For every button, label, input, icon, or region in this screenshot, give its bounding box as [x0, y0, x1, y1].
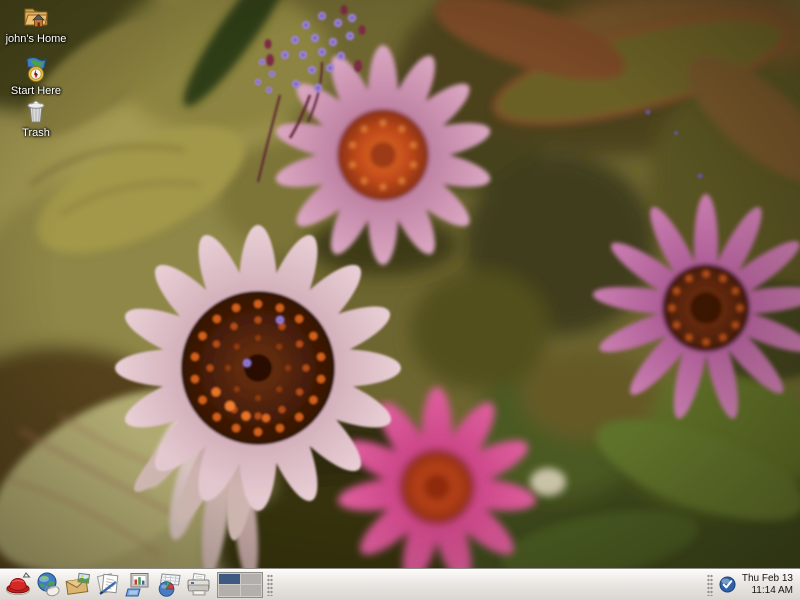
desktop-icon-label: Trash	[22, 127, 50, 139]
wallpaper-coneflowers-photo	[0, 0, 800, 600]
panel-drag-handle-right[interactable]	[707, 574, 713, 596]
word-processor-launcher[interactable]	[94, 570, 123, 599]
clock-time: 11:14 AM	[751, 585, 793, 597]
desktop-icon-johns-home[interactable]: john's Home	[1, 3, 71, 45]
workspace-1-active[interactable]	[219, 574, 240, 585]
workspace-2[interactable]	[241, 574, 262, 585]
printer-icon	[185, 571, 212, 598]
red-hat-icon	[5, 571, 32, 598]
documents-pen-icon	[95, 571, 122, 598]
workspace-switcher[interactable]	[217, 572, 263, 598]
clock-applet[interactable]: Thu Feb 13 11:14 AM	[742, 573, 796, 596]
update-notifier-button[interactable]	[718, 575, 738, 595]
start-here-icon	[22, 55, 50, 83]
trash-icon	[22, 97, 50, 125]
globe-mouse-icon	[35, 571, 62, 598]
clock-date: Thu Feb 13	[742, 573, 793, 585]
printer-launcher[interactable]	[184, 570, 213, 599]
desktop-icon-start-here[interactable]: Start Here	[1, 55, 71, 97]
envelope-photo-icon	[65, 571, 92, 598]
desktop-icon-label: Start Here	[11, 85, 61, 97]
desktop-icon-trash[interactable]: Trash	[1, 97, 71, 139]
bar-chart-monitor-icon	[125, 571, 152, 598]
presentation-launcher[interactable]	[124, 570, 153, 599]
desktop-icon-label: john's Home	[6, 33, 67, 45]
bottom-panel: Thu Feb 13 11:14 AM	[0, 568, 800, 600]
main-menu-button[interactable]	[4, 570, 33, 599]
workspace-3[interactable]	[219, 585, 240, 596]
spreadsheet-launcher[interactable]	[154, 570, 183, 599]
update-check-icon	[719, 576, 736, 593]
workspace-4[interactable]	[241, 585, 262, 596]
web-browser-launcher[interactable]	[34, 570, 63, 599]
desktop: john's Home Start Here	[0, 0, 800, 600]
panel-drag-handle-left[interactable]	[267, 574, 273, 596]
pie-chart-sheet-icon	[155, 571, 182, 598]
home-folder-icon	[22, 3, 50, 31]
email-launcher[interactable]	[64, 570, 93, 599]
